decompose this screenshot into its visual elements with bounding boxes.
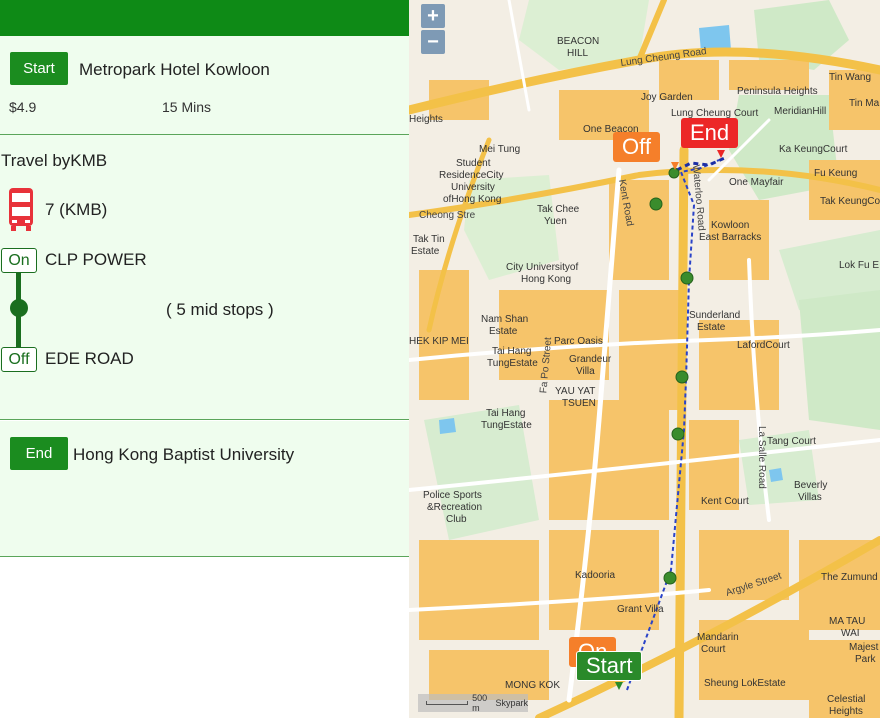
svg-text:&Recreation: &Recreation — [427, 502, 482, 513]
svg-text:Cheong Stre: Cheong Stre — [419, 210, 476, 221]
svg-text:Grant Villa: Grant Villa — [617, 604, 664, 615]
svg-text:LafordCourt: LafordCourt — [737, 340, 790, 351]
svg-text:Lok Fu E: Lok Fu E — [839, 260, 879, 271]
off-marker[interactable]: Off — [613, 132, 660, 162]
svg-text:WAI: WAI — [841, 628, 860, 639]
svg-text:Sunderland: Sunderland — [689, 310, 740, 321]
zoom-in-button[interactable]: + — [421, 4, 445, 28]
double-decker-bus-icon — [9, 188, 33, 231]
svg-text:MA TAU: MA TAU — [829, 616, 865, 627]
mid-stops-toggle[interactable]: ( 5 mid stops ) — [166, 300, 274, 320]
svg-text:YAU YAT: YAU YAT — [555, 386, 595, 397]
svg-text:Tak KeungCour: Tak KeungCour — [820, 196, 880, 207]
svg-text:Estate: Estate — [411, 246, 440, 257]
svg-text:Celestial: Celestial — [827, 694, 865, 705]
svg-text:Villas: Villas — [798, 492, 822, 503]
svg-text:Kadooria: Kadooria — [575, 570, 615, 581]
svg-text:Police Sports: Police Sports — [423, 490, 482, 501]
zoom-out-button[interactable]: − — [421, 30, 445, 54]
svg-text:Nam Shan: Nam Shan — [481, 314, 528, 325]
svg-text:Club: Club — [446, 514, 467, 525]
svg-text:University: University — [451, 182, 495, 193]
on-stop-name: CLP POWER — [45, 250, 147, 269]
fare-text: $4.9 — [9, 99, 37, 115]
svg-text:One Mayfair: One Mayfair — [729, 177, 784, 188]
svg-text:BEACON: BEACON — [557, 36, 599, 47]
svg-text:TSUEN: TSUEN — [562, 398, 596, 409]
end-marker[interactable]: End — [681, 118, 739, 148]
svg-text:City Universityof: City Universityof — [506, 262, 578, 273]
route-section: Travel byKMB 7 (KMB) On CLP POWER ( 5 mi… — [0, 135, 409, 420]
svg-text:Tak Chee: Tak Chee — [537, 204, 580, 215]
route-panel: Start Metropark Hotel Kowloon $4.9 15 Mi… — [0, 0, 409, 718]
off-stop-tag: Off — [1, 347, 37, 372]
svg-text:Villa: Villa — [576, 366, 595, 377]
end-place-name: Hong Kong Baptist University — [73, 445, 295, 464]
svg-text:La Salle Road: La Salle Road — [756, 426, 767, 489]
svg-text:Tak Tin: Tak Tin — [413, 234, 445, 245]
svg-text:TungEstate: TungEstate — [481, 420, 532, 431]
svg-text:Tin Wang: Tin Wang — [829, 72, 871, 83]
svg-text:Majest: Majest — [849, 642, 879, 653]
svg-text:Mei Tung: Mei Tung — [479, 144, 520, 155]
svg-text:Tai Hang: Tai Hang — [486, 408, 525, 419]
bus-route-number: 7 (KMB) — [45, 200, 108, 219]
svg-text:Yuen: Yuen — [544, 216, 567, 227]
svg-text:Sheung LokEstate: Sheung LokEstate — [704, 678, 786, 689]
on-stop-tag: On — [1, 248, 37, 273]
svg-text:Estate: Estate — [489, 326, 518, 337]
svg-text:Heights: Heights — [409, 114, 443, 125]
start-section: Start Metropark Hotel Kowloon $4.9 15 Mi… — [0, 36, 409, 135]
svg-text:ofHong Kong: ofHong Kong — [443, 194, 501, 205]
map-attribution: Skypark — [495, 698, 528, 708]
svg-text:Beverly: Beverly — [794, 480, 827, 491]
svg-text:Mandarin: Mandarin — [697, 632, 739, 643]
end-button[interactable]: End — [10, 437, 68, 470]
scale-bar — [426, 701, 469, 705]
map-canvas: BEACON HILL Lung Cheung Road Tin Wang Pe… — [409, 0, 880, 718]
svg-text:East Barracks: East Barracks — [699, 232, 761, 243]
svg-text:Tin Ma Co: Tin Ma Co — [849, 98, 880, 109]
start-button[interactable]: Start — [10, 52, 68, 85]
svg-text:ResidenceCity: ResidenceCity — [439, 170, 503, 181]
panel-header-bar — [0, 0, 409, 36]
svg-text:MONG KOK: MONG KOK — [505, 680, 560, 691]
svg-text:Grandeur: Grandeur — [569, 354, 612, 365]
end-section: End Hong Kong Baptist University — [0, 421, 409, 557]
svg-text:Heights: Heights — [829, 706, 863, 717]
mid-stops-dot — [10, 299, 28, 317]
svg-text:Kowloon: Kowloon — [711, 220, 749, 231]
svg-text:Ka KeungCourt: Ka KeungCourt — [779, 144, 848, 155]
svg-text:Peninsula Heights: Peninsula Heights — [737, 86, 818, 97]
svg-text:Parc Oasis: Parc Oasis — [554, 336, 603, 347]
pond — [769, 468, 783, 482]
svg-text:HEK KIP MEI: HEK KIP MEI — [409, 336, 469, 347]
map-scale: 500 m Skypark — [418, 693, 528, 713]
scale-label: 500 m — [472, 693, 488, 713]
start-marker[interactable]: Start — [576, 651, 643, 681]
svg-text:Tai Hang: Tai Hang — [492, 346, 531, 357]
svg-text:Tang Court: Tang Court — [767, 436, 816, 447]
off-stop-name: EDE ROAD — [45, 349, 134, 368]
svg-text:Student: Student — [456, 158, 491, 169]
start-marker-pointer — [615, 682, 623, 690]
svg-text:Kent Court: Kent Court — [701, 496, 749, 507]
svg-text:TungEstate: TungEstate — [487, 358, 538, 369]
duration-text: 15 Mins — [162, 99, 212, 115]
svg-text:Fu Keung: Fu Keung — [814, 168, 857, 179]
svg-text:Hong Kong: Hong Kong — [521, 274, 571, 285]
pond — [439, 418, 456, 434]
svg-text:Court: Court — [701, 644, 726, 655]
start-place-name: Metropark Hotel Kowloon — [79, 60, 270, 79]
svg-text:HILL: HILL — [567, 48, 589, 59]
end-marker-pointer — [717, 150, 725, 158]
svg-text:Estate: Estate — [697, 322, 726, 333]
svg-text:Joy Garden: Joy Garden — [641, 92, 693, 103]
svg-text:The Zumund: The Zumund — [821, 572, 878, 583]
svg-text:Park: Park — [855, 654, 877, 665]
route-map[interactable]: BEACON HILL Lung Cheung Road Tin Wang Pe… — [409, 0, 880, 718]
travel-by-label: Travel byKMB — [1, 151, 108, 170]
svg-text:MeridianHill: MeridianHill — [774, 106, 826, 117]
green-area — [799, 290, 880, 430]
